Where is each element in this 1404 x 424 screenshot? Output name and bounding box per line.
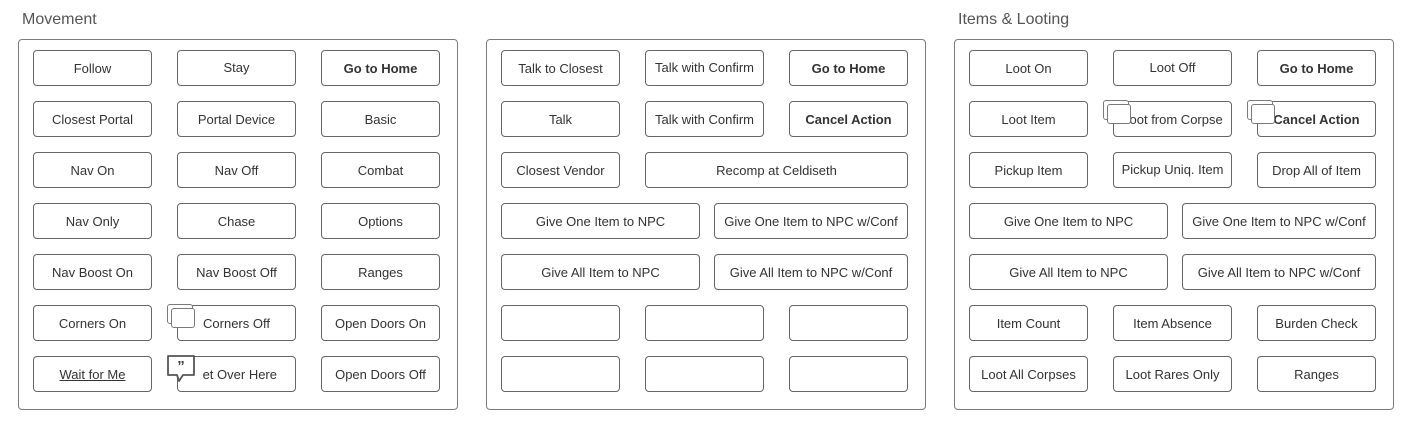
empty-button[interactable] — [645, 356, 764, 392]
portal-device-button[interactable]: Portal Device — [177, 101, 296, 137]
wait-for-me-label: Wait for Me — [59, 366, 126, 382]
stay-button[interactable]: Stay — [177, 50, 296, 86]
basic-button[interactable]: Basic — [321, 101, 440, 137]
loot-go-home-button[interactable]: Go to Home — [1257, 50, 1376, 86]
loot-give-all-item-button[interactable]: Give All Item to NPC — [969, 254, 1168, 290]
pickup-item-button[interactable]: Pickup Item — [969, 152, 1088, 188]
options-button[interactable]: Options — [321, 203, 440, 239]
loot-item-button[interactable]: Loot Item — [969, 101, 1088, 137]
wait-for-me-button[interactable]: Wait for Me — [33, 356, 152, 392]
combat-button[interactable]: Combat — [321, 152, 440, 188]
npc-panel: Talk to Closest Talk with Confirm Go to … — [486, 39, 926, 410]
looting-panel: Loot On Loot Off Go to Home Loot Item Lo… — [954, 39, 1394, 410]
drop-all-of-item-button[interactable]: Drop All of Item — [1257, 152, 1376, 188]
talk-with-confirm-button-2[interactable]: Talk with Confirm — [645, 101, 764, 137]
movement-go-home-button[interactable]: Go to Home — [321, 50, 440, 86]
talk-button[interactable]: Talk — [501, 101, 620, 137]
stacked-cards-icon[interactable] — [1103, 100, 1131, 124]
npc-give-all-item-conf-button[interactable]: Give All Item to NPC w/Conf — [714, 254, 908, 290]
chase-button[interactable]: Chase — [177, 203, 296, 239]
open-doors-on-button[interactable]: Open Doors On — [321, 305, 440, 341]
movement-title: Movement — [22, 11, 97, 28]
npc-give-one-item-conf-button[interactable]: Give One Item to NPC w/Conf — [714, 203, 908, 239]
nav-only-button[interactable]: Nav Only — [33, 203, 152, 239]
loot-off-button[interactable]: Loot Off — [1113, 50, 1232, 86]
nav-boost-off-button[interactable]: Nav Boost Off — [177, 254, 296, 290]
loot-give-one-item-button[interactable]: Give One Item to NPC — [969, 203, 1168, 239]
ranges-button[interactable]: Ranges — [321, 254, 440, 290]
stacked-cards-icon[interactable] — [167, 304, 195, 328]
empty-button[interactable] — [789, 305, 908, 341]
loot-all-corpses-button[interactable]: Loot All Corpses — [969, 356, 1088, 392]
loot-on-button[interactable]: Loot On — [969, 50, 1088, 86]
nav-on-button[interactable]: Nav On — [33, 152, 152, 188]
empty-button[interactable] — [789, 356, 908, 392]
pickup-uniq-item-button[interactable]: Pickup Uniq. Item — [1113, 152, 1232, 188]
talk-with-confirm-button-1[interactable]: Talk with Confirm — [645, 50, 764, 86]
loot-give-one-item-conf-button[interactable]: Give One Item to NPC w/Conf — [1182, 203, 1376, 239]
comment-quote-icon[interactable]: ” — [166, 354, 196, 384]
nav-off-button[interactable]: Nav Off — [177, 152, 296, 188]
stacked-cards-icon[interactable] — [1247, 100, 1275, 124]
open-doors-off-button[interactable]: Open Doors Off — [321, 356, 440, 392]
empty-button[interactable] — [645, 305, 764, 341]
npc-give-all-item-button[interactable]: Give All Item to NPC — [501, 254, 700, 290]
recomp-at-celdiseth-button[interactable]: Recomp at Celdiseth — [645, 152, 908, 188]
npc-cancel-action-button[interactable]: Cancel Action — [789, 101, 908, 137]
burden-check-button[interactable]: Burden Check — [1257, 305, 1376, 341]
movement-panel: Follow Stay Go to Home Closest Portal Po… — [18, 39, 458, 410]
nav-boost-on-button[interactable]: Nav Boost On — [33, 254, 152, 290]
loot-ranges-button[interactable]: Ranges — [1257, 356, 1376, 392]
empty-button[interactable] — [501, 305, 620, 341]
looting-title: Items & Looting — [958, 11, 1070, 28]
corners-on-button[interactable]: Corners On — [33, 305, 152, 341]
follow-button[interactable]: Follow — [33, 50, 152, 86]
empty-button[interactable] — [501, 356, 620, 392]
item-count-button[interactable]: Item Count — [969, 305, 1088, 341]
svg-text:”: ” — [177, 358, 185, 375]
npc-go-home-button[interactable]: Go to Home — [789, 50, 908, 86]
loot-rares-only-button[interactable]: Loot Rares Only — [1113, 356, 1232, 392]
talk-to-closest-button[interactable]: Talk to Closest — [501, 50, 620, 86]
loot-give-all-item-conf-button[interactable]: Give All Item to NPC w/Conf — [1182, 254, 1376, 290]
closest-portal-button[interactable]: Closest Portal — [33, 101, 152, 137]
closest-vendor-button[interactable]: Closest Vendor — [501, 152, 620, 188]
item-absence-button[interactable]: Item Absence — [1113, 305, 1232, 341]
npc-give-one-item-button[interactable]: Give One Item to NPC — [501, 203, 700, 239]
